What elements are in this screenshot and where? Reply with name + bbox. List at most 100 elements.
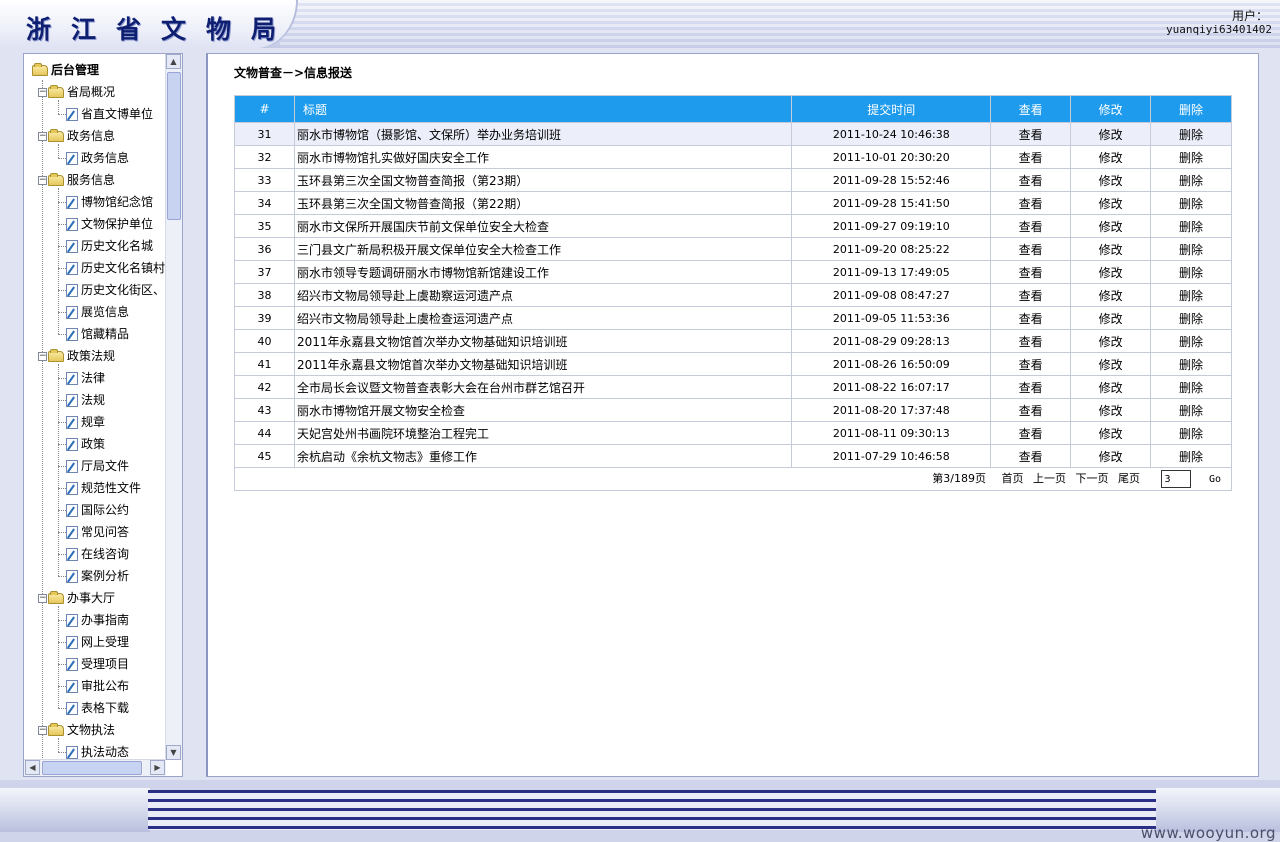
- tree-group-0[interactable]: − 省局概况: [38, 82, 115, 102]
- tree-item[interactable]: 厅局文件: [66, 456, 129, 476]
- page-number-input[interactable]: [1161, 470, 1192, 488]
- tree-item[interactable]: 馆藏精品: [66, 324, 129, 344]
- delete-link[interactable]: 删除: [1150, 260, 1232, 284]
- view-link[interactable]: 查看: [990, 444, 1072, 468]
- next-page-link[interactable]: 下一页: [1075, 472, 1108, 485]
- tree-item[interactable]: 表格下载: [66, 698, 129, 718]
- delete-link[interactable]: 删除: [1150, 191, 1232, 215]
- delete-link[interactable]: 删除: [1150, 329, 1232, 353]
- scroll-right-arrow-icon[interactable]: ▶: [150, 760, 165, 775]
- view-link[interactable]: 查看: [990, 421, 1072, 445]
- tree-item[interactable]: 案例分析: [66, 566, 129, 586]
- view-link[interactable]: 查看: [990, 237, 1072, 261]
- edit-link[interactable]: 修改: [1070, 168, 1152, 192]
- view-link[interactable]: 查看: [990, 375, 1072, 399]
- view-link[interactable]: 查看: [990, 168, 1072, 192]
- tree-item[interactable]: 常见问答: [66, 522, 129, 542]
- tree-item[interactable]: 历史文化名镇村: [66, 258, 165, 278]
- edit-link[interactable]: 修改: [1070, 283, 1152, 307]
- edit-link[interactable]: 修改: [1070, 260, 1152, 284]
- tree-item[interactable]: 文物保护单位: [66, 214, 153, 234]
- delete-link[interactable]: 删除: [1150, 306, 1232, 330]
- delete-link[interactable]: 删除: [1150, 352, 1232, 376]
- tree-item[interactable]: 国际公约: [66, 500, 129, 520]
- delete-link[interactable]: 删除: [1150, 237, 1232, 261]
- scroll-up-arrow-icon[interactable]: ▲: [166, 54, 181, 69]
- collapse-toggle-icon[interactable]: −: [38, 352, 47, 361]
- delete-link[interactable]: 删除: [1150, 444, 1232, 468]
- delete-link[interactable]: 删除: [1150, 421, 1232, 445]
- view-link[interactable]: 查看: [990, 352, 1072, 376]
- collapse-toggle-icon[interactable]: −: [38, 594, 47, 603]
- scroll-left-arrow-icon[interactable]: ◀: [25, 760, 40, 775]
- tree-item[interactable]: 省直文博单位: [66, 104, 153, 124]
- tree-group-4[interactable]: − 办事大厅: [38, 588, 115, 608]
- tree-item[interactable]: 历史文化名城: [66, 236, 153, 256]
- edit-link[interactable]: 修改: [1070, 237, 1152, 261]
- sidebar-scroll-thumb[interactable]: [167, 72, 181, 220]
- tree-group-5[interactable]: − 文物执法: [38, 720, 115, 740]
- tree-item[interactable]: 政务信息: [66, 148, 129, 168]
- last-page-link[interactable]: 尾页: [1118, 472, 1140, 485]
- delete-link[interactable]: 删除: [1150, 214, 1232, 238]
- tree-item[interactable]: 办事指南: [66, 610, 129, 630]
- view-link[interactable]: 查看: [990, 122, 1072, 146]
- delete-link[interactable]: 删除: [1150, 283, 1232, 307]
- tree-group-label: 办事大厅: [67, 591, 116, 605]
- go-button[interactable]: Go: [1209, 474, 1221, 485]
- tree-group-1[interactable]: − 政务信息: [38, 126, 115, 146]
- edit-link[interactable]: 修改: [1070, 145, 1152, 169]
- sidebar-vertical-scrollbar[interactable]: ▲ ▼: [165, 54, 182, 760]
- tree-connector: [58, 400, 66, 401]
- tree-item[interactable]: 历史文化街区、: [66, 280, 165, 300]
- edit-link[interactable]: 修改: [1070, 214, 1152, 238]
- edit-link[interactable]: 修改: [1070, 122, 1152, 146]
- collapse-toggle-icon[interactable]: −: [38, 726, 47, 735]
- delete-link[interactable]: 删除: [1150, 168, 1232, 192]
- delete-link[interactable]: 删除: [1150, 398, 1232, 422]
- edit-link[interactable]: 修改: [1070, 375, 1152, 399]
- collapse-toggle-icon[interactable]: −: [38, 88, 47, 97]
- delete-link[interactable]: 删除: [1150, 375, 1232, 399]
- tree-group-2[interactable]: − 服务信息: [38, 170, 115, 190]
- edit-link[interactable]: 修改: [1070, 444, 1152, 468]
- tree-item[interactable]: 执法动态: [66, 742, 129, 760]
- prev-page-link[interactable]: 上一页: [1033, 472, 1066, 485]
- tree-group-3[interactable]: − 政策法规: [38, 346, 115, 366]
- delete-link[interactable]: 删除: [1150, 145, 1232, 169]
- edit-link[interactable]: 修改: [1070, 421, 1152, 445]
- row-number: 45: [234, 444, 295, 468]
- collapse-toggle-icon[interactable]: −: [38, 132, 47, 141]
- tree-item[interactable]: 规范性文件: [66, 478, 141, 498]
- delete-link[interactable]: 删除: [1150, 122, 1232, 146]
- view-link[interactable]: 查看: [990, 214, 1072, 238]
- tree-item[interactable]: 网上受理: [66, 632, 129, 652]
- first-page-link[interactable]: 首页: [1001, 472, 1023, 485]
- tree-item[interactable]: 审批公布: [66, 676, 129, 696]
- sidebar-hscroll-thumb[interactable]: [42, 761, 142, 775]
- edit-link[interactable]: 修改: [1070, 191, 1152, 215]
- view-link[interactable]: 查看: [990, 306, 1072, 330]
- view-link[interactable]: 查看: [990, 260, 1072, 284]
- tree-item[interactable]: 展览信息: [66, 302, 129, 322]
- tree-item[interactable]: 法规: [66, 390, 105, 410]
- tree-item[interactable]: 受理项目: [66, 654, 129, 674]
- edit-link[interactable]: 修改: [1070, 306, 1152, 330]
- scroll-down-arrow-icon[interactable]: ▼: [166, 745, 181, 760]
- tree-root[interactable]: 后台管理: [32, 60, 99, 80]
- view-link[interactable]: 查看: [990, 191, 1072, 215]
- view-link[interactable]: 查看: [990, 329, 1072, 353]
- view-link[interactable]: 查看: [990, 398, 1072, 422]
- collapse-toggle-icon[interactable]: −: [38, 176, 47, 185]
- edit-link[interactable]: 修改: [1070, 398, 1152, 422]
- tree-item[interactable]: 政策: [66, 434, 105, 454]
- tree-item[interactable]: 规章: [66, 412, 105, 432]
- view-link[interactable]: 查看: [990, 145, 1072, 169]
- sidebar-horizontal-scrollbar[interactable]: ◀ ▶: [24, 759, 166, 776]
- tree-item[interactable]: 在线咨询: [66, 544, 129, 564]
- tree-item[interactable]: 法律: [66, 368, 105, 388]
- tree-item[interactable]: 博物馆纪念馆: [66, 192, 153, 212]
- edit-link[interactable]: 修改: [1070, 352, 1152, 376]
- edit-link[interactable]: 修改: [1070, 329, 1152, 353]
- view-link[interactable]: 查看: [990, 283, 1072, 307]
